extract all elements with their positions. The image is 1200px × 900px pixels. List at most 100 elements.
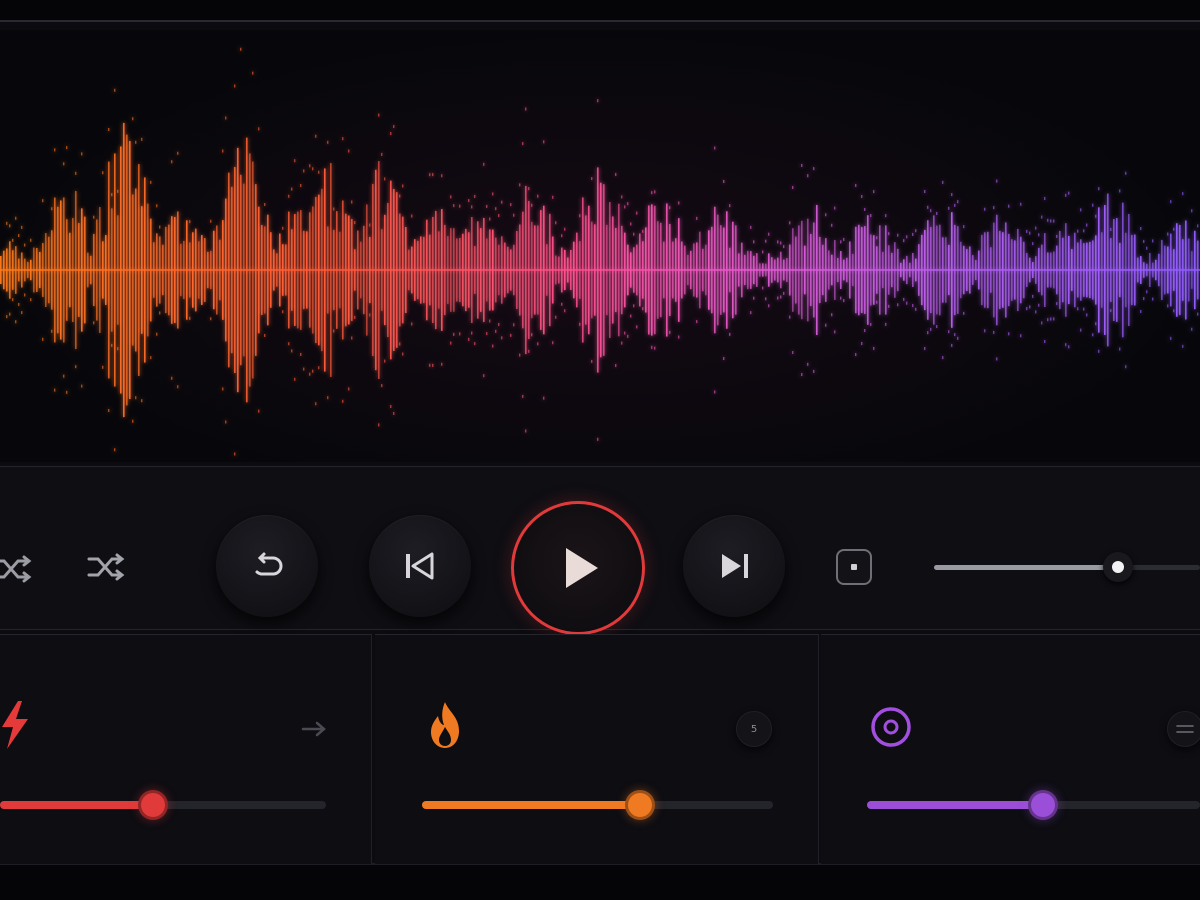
lightning-button[interactable]	[0, 699, 34, 751]
waveform-particle	[1020, 334, 1022, 338]
waveform-particle	[948, 330, 950, 334]
waveform-particle	[390, 132, 392, 136]
waveform-particle	[351, 336, 353, 340]
waveform-particle	[1065, 343, 1067, 347]
waveform-particle	[537, 342, 539, 346]
waveform-particle	[861, 342, 863, 346]
waveform-particle	[1038, 233, 1040, 237]
transport-bar	[0, 466, 1200, 635]
waveform-particle	[615, 172, 617, 176]
waveform-particle	[348, 387, 350, 391]
waveform-particle	[723, 179, 725, 183]
target-button[interactable]	[869, 705, 913, 749]
waveform-particle	[1143, 239, 1145, 243]
waveform[interactable]	[0, 30, 1200, 462]
stop-square-icon	[851, 564, 857, 570]
heat-slider-thumb[interactable]	[624, 790, 655, 820]
waveform-particle	[234, 84, 236, 88]
waveform-particle	[159, 311, 161, 315]
waveform-particle	[885, 322, 887, 326]
waveform-particle	[369, 223, 371, 227]
waveform-particle	[621, 195, 623, 199]
waveform-particle	[81, 384, 83, 388]
waveform-particle	[483, 374, 485, 378]
heat-slider[interactable]	[422, 790, 773, 820]
waveform-particle	[561, 234, 563, 238]
effect-card-energy	[0, 634, 372, 864]
card-compare-button[interactable]	[1167, 711, 1200, 747]
waveform-particle	[792, 351, 794, 355]
waveform-particle	[1050, 317, 1052, 321]
waveform-particle	[807, 174, 809, 178]
waveform-particle	[768, 304, 770, 308]
energy-slider-thumb[interactable]	[138, 790, 169, 820]
waveform-particle	[561, 302, 563, 306]
waveform-particle	[531, 333, 533, 337]
focus-slider[interactable]	[867, 790, 1200, 820]
focus-slider-thumb[interactable]	[1028, 790, 1059, 820]
shuffle-button[interactable]	[84, 545, 128, 589]
waveform-particle	[636, 211, 638, 215]
waveform-particle	[495, 207, 497, 211]
waveform-panel[interactable]	[0, 30, 1200, 462]
waveform-particle	[18, 302, 20, 306]
waveform-particle	[579, 322, 581, 326]
waveform-particle	[441, 174, 443, 178]
waveform-particle	[1191, 327, 1193, 331]
next-button[interactable]	[683, 515, 785, 617]
waveform-particle	[411, 214, 413, 218]
shuffle-left-button[interactable]	[0, 547, 34, 591]
card-badge-button[interactable]: 5	[736, 711, 772, 747]
waveform-particle	[93, 215, 95, 219]
waveform-particle	[630, 314, 632, 318]
waveform-particle	[912, 304, 914, 308]
repeat-button[interactable]	[216, 515, 318, 617]
waveform-particle	[1119, 347, 1121, 351]
waveform-particle	[453, 204, 455, 208]
waveform-particle	[1083, 307, 1085, 311]
waveform-particle	[825, 323, 827, 327]
effect-card-heat: 5	[375, 634, 819, 864]
waveform-particle	[12, 298, 14, 302]
card-arrow-button[interactable]	[296, 711, 332, 747]
waveform-particle	[381, 384, 383, 388]
waveform-particle	[807, 362, 809, 366]
waveform-particle	[66, 146, 68, 150]
waveform-particle	[1068, 191, 1070, 195]
seek-thumb[interactable]	[1102, 552, 1133, 582]
waveform-particle	[159, 225, 161, 229]
waveform-particle	[114, 448, 116, 452]
waveform-particle	[141, 399, 143, 403]
waveform-particle	[1110, 227, 1112, 231]
waveform-particle	[873, 346, 875, 350]
energy-slider[interactable]	[0, 790, 326, 820]
waveform-particle	[135, 396, 137, 400]
waveform-particle	[429, 173, 431, 177]
audio-player-app: 5	[0, 20, 1200, 865]
waveform-particle	[1080, 208, 1082, 212]
seek-slider[interactable]	[934, 552, 1200, 582]
flame-button[interactable]	[423, 699, 467, 751]
waveform-particle	[309, 164, 311, 168]
waveform-particle	[495, 329, 497, 333]
waveform-particle	[696, 216, 698, 220]
waveform-particle	[936, 211, 938, 215]
waveform-particle	[327, 396, 329, 400]
waveform-particle	[957, 336, 959, 340]
waveform-particle	[750, 311, 752, 315]
waveform-particle	[723, 357, 725, 361]
waveform-particle	[1083, 229, 1085, 233]
focus-slider-fill	[867, 801, 1044, 809]
play-button[interactable]	[511, 501, 645, 635]
stop-button[interactable]	[836, 549, 872, 585]
waveform-particle	[294, 159, 296, 163]
arrow-right-icon	[301, 721, 326, 737]
previous-button[interactable]	[369, 515, 471, 617]
waveform-particle	[1191, 209, 1193, 213]
waveform-particle	[1026, 229, 1028, 233]
waveform-particle	[222, 387, 224, 391]
waveform-particle	[1056, 234, 1058, 238]
waveform-particle	[993, 330, 995, 334]
waveform-particle	[765, 297, 767, 301]
waveform-particle	[1170, 336, 1172, 340]
